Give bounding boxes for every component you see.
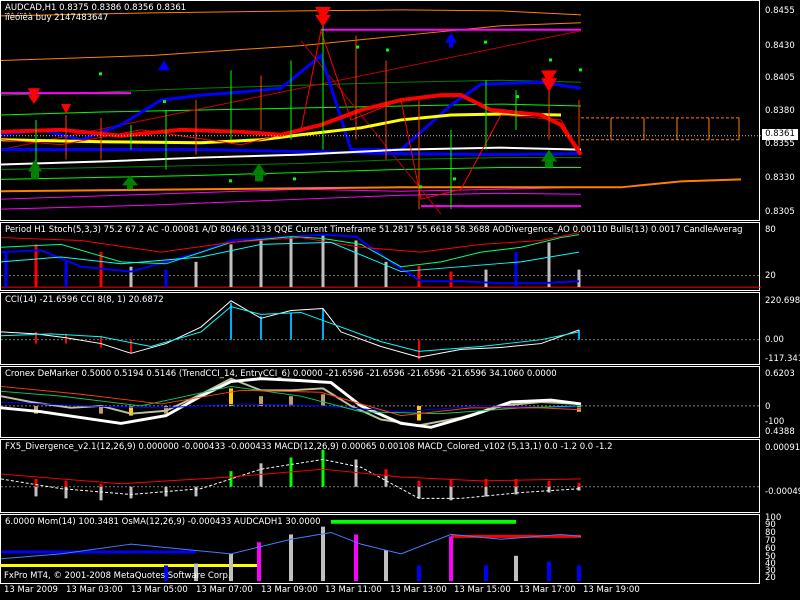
demarker-tick: 0.4388 bbox=[765, 427, 795, 437]
macd-header: FX5_Divergence_v2.1(12,26,9) 0.000000 -0… bbox=[5, 442, 613, 452]
time-tick: 13 Mar 15:00 bbox=[454, 585, 511, 595]
price-tick: 0.8380 bbox=[765, 106, 795, 116]
macd-scale: 0.000913 -0.000491 bbox=[761, 440, 800, 512]
cci-header: CCI(14) -21.6596 CCI 8(8, 1) 20.6872 bbox=[5, 295, 164, 305]
current-price-label: 0.8361 bbox=[762, 129, 798, 140]
time-tick: 13 Mar 09:00 bbox=[261, 585, 318, 595]
time-tick: 13 Mar 11:00 bbox=[325, 585, 382, 595]
time-tick: 13 Mar 05:00 bbox=[131, 585, 188, 595]
cci-pane[interactable]: CCI(14) -21.6596 CCI 8(8, 1) 20.6872 220… bbox=[0, 292, 800, 365]
price-tick: 0.8330 bbox=[765, 173, 795, 183]
time-tick: 13 Mar 17:00 bbox=[519, 585, 576, 595]
price-chart-pane[interactable]: AUDCAD,H1 0.8375 0.8386 0.8356 0.8361 ïî… bbox=[0, 0, 795, 221]
demarker-tick: -100 bbox=[765, 417, 785, 427]
price-plot bbox=[1, 6, 761, 215]
symbol-ohlc-label: AUDCAD,H1 0.8375 0.8386 0.8356 0.8361 bbox=[5, 3, 187, 13]
momentum-scale: 100 90 80 70 60 50 40 30 20 bbox=[761, 513, 800, 583]
stoch-tick: 80 bbox=[765, 225, 776, 235]
cci-tick: -117.3419 bbox=[765, 354, 800, 364]
demarker-header: Cronex DeMarker 0.5000 0.5194 0.5146 (Tr… bbox=[5, 369, 557, 379]
time-tick: 13 Mar 2009 bbox=[4, 585, 58, 595]
macd-tick: 0.000913 bbox=[765, 443, 800, 453]
price-scale: 0.8455 0.8430 0.8405 0.8380 0.8355 0.833… bbox=[761, 1, 800, 220]
stoch-tick: 20 bbox=[765, 271, 776, 281]
stochastic-pane[interactable]: Period H1 Stoch(5,3,3) 75.2 67.2 AC -0.0… bbox=[0, 222, 776, 291]
cci-tick: 0.00 bbox=[765, 335, 784, 345]
price-tick: 0.8430 bbox=[765, 41, 795, 51]
signal-label: ïîêóïêà buy 2147483647 bbox=[5, 13, 109, 23]
time-tick: 13 Mar 03:00 bbox=[66, 585, 123, 595]
time-axis: 13 Mar 2009 13 Mar 03:00 13 Mar 05:00 13… bbox=[0, 583, 800, 600]
demarker-tick: 0.6203 bbox=[765, 369, 795, 379]
cci-tick: 220.6988 bbox=[765, 296, 800, 306]
time-tick: 13 Mar 07:00 bbox=[196, 585, 253, 595]
macd-tick: -0.000491 bbox=[765, 487, 800, 497]
momentum-header: 6.0000 Mom(14) 100.3481 OsMA(12,26,9) -0… bbox=[5, 517, 321, 527]
price-tick: 0.8405 bbox=[765, 73, 795, 83]
stochastic-scale: 80 20 bbox=[761, 223, 800, 290]
stochastic-header: Period H1 Stoch(5,3,3) 75.2 67.2 AC -0.0… bbox=[5, 225, 743, 235]
demarker-pane[interactable]: Cronex DeMarker 0.5000 0.5194 0.5146 (Tr… bbox=[0, 366, 795, 438]
demarker-tick: 0 bbox=[765, 402, 771, 412]
demarker-scale: 0.6203 0 -100 0.4388 bbox=[761, 367, 800, 437]
macd-pane[interactable]: FX5_Divergence_v2.1(12,26,9) 0.000000 -0… bbox=[0, 439, 800, 513]
price-tick: 0.8455 bbox=[765, 6, 795, 16]
copyright-label: FxPro MT4, © 2001-2008 MetaQuotes Softwa… bbox=[4, 571, 231, 581]
mom-tick: 20 bbox=[765, 573, 776, 583]
price-tick: 0.8305 bbox=[765, 207, 795, 217]
cci-scale: 220.6988 0.00 -117.3419 bbox=[761, 293, 800, 364]
time-tick: 13 Mar 19:00 bbox=[583, 585, 640, 595]
time-tick: 13 Mar 13:00 bbox=[390, 585, 447, 595]
price-tick: 0.8355 bbox=[765, 139, 795, 149]
